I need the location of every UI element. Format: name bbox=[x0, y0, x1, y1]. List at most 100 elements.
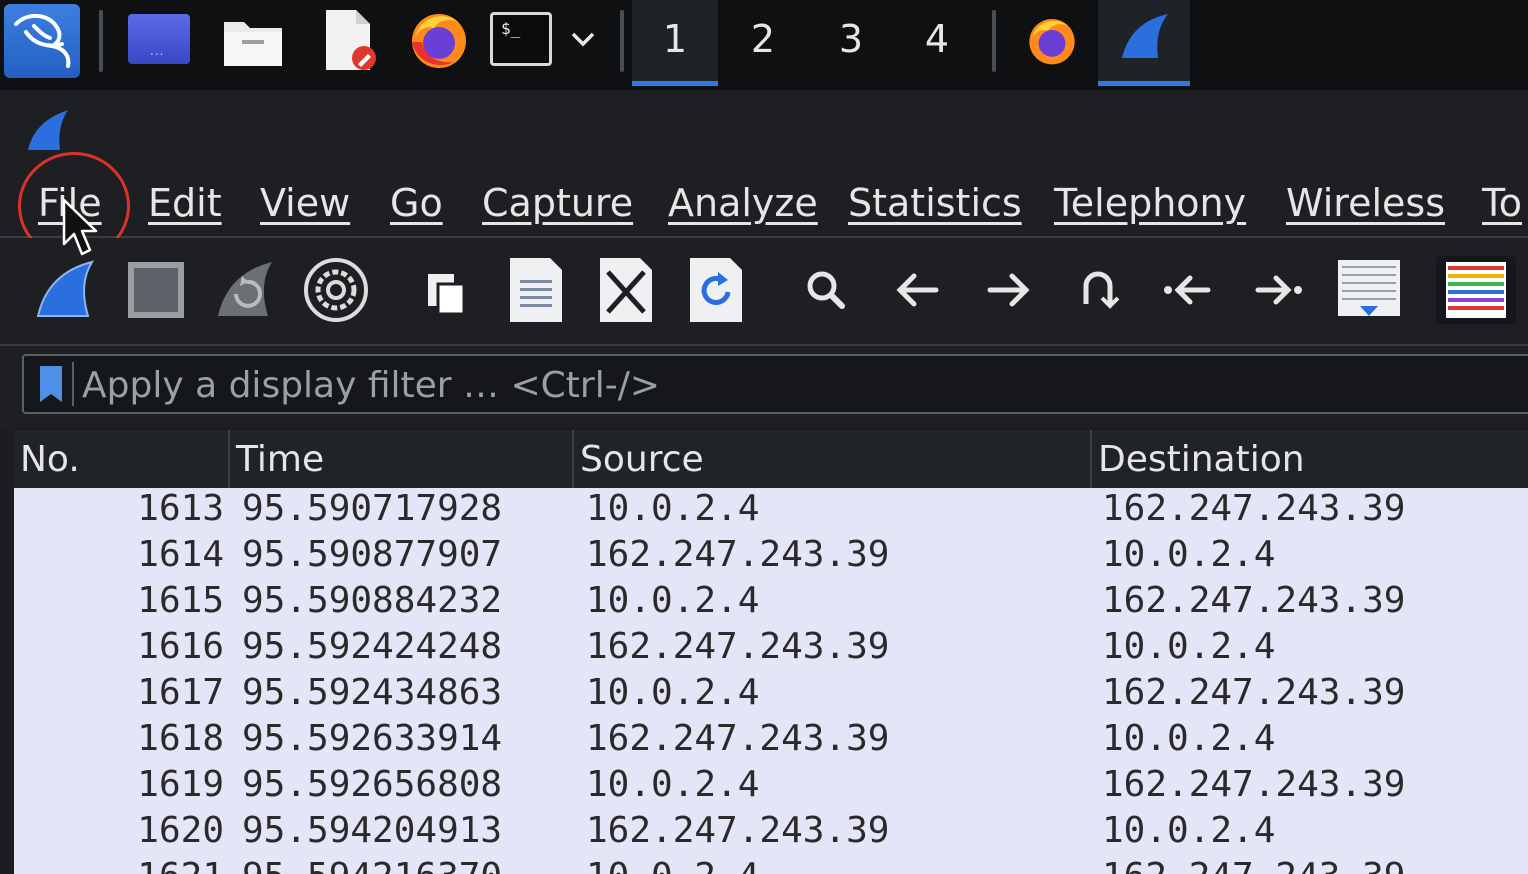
cell-destination: 162.247.243.39 bbox=[1102, 854, 1405, 874]
terminal-icon[interactable]: $_ bbox=[490, 12, 552, 66]
file-manager-icon[interactable] bbox=[222, 12, 284, 68]
table-row[interactable]: 1614 95.590877907 162.247.243.39 10.0.2.… bbox=[14, 532, 1528, 578]
bookmark-icon[interactable] bbox=[30, 362, 74, 406]
column-header-no[interactable]: No. bbox=[14, 430, 230, 488]
menu-go[interactable]: Go bbox=[390, 160, 443, 236]
main-toolbar bbox=[0, 238, 1528, 346]
cell-no: 1613 bbox=[137, 488, 224, 529]
table-row[interactable]: 1616 95.592424248 162.247.243.39 10.0.2.… bbox=[14, 624, 1528, 670]
open-file-icon[interactable] bbox=[414, 256, 482, 324]
save-file-icon[interactable] bbox=[502, 256, 570, 324]
desktop-dots: ... bbox=[150, 44, 165, 58]
table-row[interactable]: 1615 95.590884232 10.0.2.4 162.247.243.3… bbox=[14, 578, 1528, 624]
cell-source: 162.247.243.39 bbox=[586, 626, 890, 667]
cell-time: 95.592656808 bbox=[242, 764, 503, 805]
cell-destination: 162.247.243.39 bbox=[1102, 764, 1406, 805]
taskbar-separator bbox=[99, 10, 103, 72]
cell-time: 95.592434863 bbox=[242, 672, 503, 713]
workspace-2-button[interactable]: 2 bbox=[720, 0, 806, 86]
cell-source: 10.0.2.4 bbox=[586, 672, 760, 713]
cell-destination: 162.247.243.39 bbox=[1102, 488, 1406, 529]
terminal-prompt-glyph: $_ bbox=[501, 19, 521, 38]
table-row[interactable]: 1621 95.594216370 10.0.2.4 162.247.243.3… bbox=[14, 854, 1528, 874]
restart-capture-icon[interactable] bbox=[212, 256, 280, 324]
table-row[interactable]: 1620 95.594204913 162.247.243.39 10.0.2.… bbox=[14, 808, 1528, 854]
cell-source: 162.247.243.39 bbox=[586, 810, 890, 851]
wireshark-window-icon[interactable] bbox=[1098, 0, 1190, 86]
menu-bar: File Edit View Go Capture Analyze Statis… bbox=[0, 160, 1528, 238]
window-titlebar bbox=[0, 90, 1528, 160]
table-row[interactable]: 1617 95.592434863 10.0.2.4 162.247.243.3… bbox=[14, 670, 1528, 716]
cell-source: 10.0.2.4 bbox=[586, 580, 760, 621]
cell-source: 10.0.2.4 bbox=[586, 764, 760, 805]
cell-source: 162.247.243.39 bbox=[586, 534, 890, 575]
display-filter-bar bbox=[0, 346, 1528, 428]
cell-destination: 162.247.243.39 bbox=[1102, 672, 1406, 713]
cell-source: 162.247.243.39 bbox=[586, 718, 890, 759]
close-file-icon[interactable] bbox=[592, 256, 660, 324]
cell-destination: 10.0.2.4 bbox=[1102, 534, 1276, 575]
menu-statistics[interactable]: Statistics bbox=[848, 160, 1022, 236]
text-editor-icon[interactable] bbox=[322, 8, 378, 72]
chevron-down-icon[interactable] bbox=[568, 24, 598, 54]
table-row[interactable]: 1618 95.592633914 162.247.243.39 10.0.2.… bbox=[14, 716, 1528, 762]
column-header-time[interactable]: Time bbox=[230, 430, 574, 488]
cell-time: 95.594216370 bbox=[242, 854, 502, 874]
cell-destination: 162.247.243.39 bbox=[1102, 580, 1406, 621]
stop-square-icon[interactable] bbox=[122, 256, 190, 324]
cell-no: 1620 bbox=[137, 810, 224, 851]
show-desktop-icon[interactable]: ... bbox=[128, 14, 190, 64]
cell-time: 95.590884232 bbox=[242, 580, 503, 621]
capture-options-gear-icon[interactable] bbox=[302, 256, 370, 324]
cell-time: 95.592424248 bbox=[242, 626, 503, 667]
shark-fin-start-icon[interactable] bbox=[32, 256, 100, 324]
workspace-1-button[interactable]: 1 bbox=[632, 0, 718, 86]
go-back-icon[interactable] bbox=[884, 256, 952, 324]
search-icon[interactable] bbox=[794, 256, 862, 324]
cell-no: 1615 bbox=[137, 580, 224, 621]
go-to-packet-icon[interactable] bbox=[1064, 256, 1132, 324]
column-header-source[interactable]: Source bbox=[574, 430, 1092, 488]
cell-destination: 10.0.2.4 bbox=[1102, 718, 1276, 759]
colorize-icon[interactable] bbox=[1436, 256, 1516, 324]
reload-file-icon[interactable] bbox=[682, 256, 750, 324]
menu-capture[interactable]: Capture bbox=[482, 160, 633, 236]
taskbar-separator bbox=[992, 10, 996, 72]
menu-analyze[interactable]: Analyze bbox=[668, 160, 818, 236]
kali-menu-icon[interactable] bbox=[4, 4, 80, 78]
cell-destination: 10.0.2.4 bbox=[1102, 626, 1276, 667]
cell-no: 1614 bbox=[137, 534, 224, 575]
cell-time: 95.592633914 bbox=[242, 718, 503, 759]
last-packet-icon[interactable] bbox=[1244, 256, 1312, 324]
column-header-destination[interactable]: Destination bbox=[1092, 430, 1528, 488]
firefox-icon[interactable] bbox=[408, 8, 470, 70]
table-row[interactable]: 1613 95.590717928 10.0.2.4 162.247.243.3… bbox=[14, 486, 1528, 532]
menu-tools[interactable]: To bbox=[1482, 160, 1522, 236]
cell-time: 95.594204913 bbox=[242, 810, 503, 851]
display-filter-input[interactable] bbox=[80, 360, 1184, 410]
menu-edit[interactable]: Edit bbox=[148, 160, 222, 236]
go-forward-icon[interactable] bbox=[974, 256, 1042, 324]
cell-source: 10.0.2.4 bbox=[586, 854, 759, 874]
taskbar: ... $_ 1 2 3 4 bbox=[0, 0, 1528, 90]
cell-time: 95.590717928 bbox=[242, 488, 503, 529]
menu-telephony[interactable]: Telephony bbox=[1054, 160, 1246, 236]
display-filter-box bbox=[22, 354, 1528, 414]
cell-no: 1617 bbox=[137, 672, 224, 713]
table-row[interactable]: 1619 95.592656808 10.0.2.4 162.247.243.3… bbox=[14, 762, 1528, 808]
first-packet-icon[interactable] bbox=[1154, 256, 1222, 324]
workspace-3-button[interactable]: 3 bbox=[808, 0, 894, 86]
mouse-cursor-icon bbox=[62, 198, 98, 256]
cell-no: 1616 bbox=[137, 626, 224, 667]
cell-no: 1619 bbox=[137, 764, 224, 805]
menu-view[interactable]: View bbox=[260, 160, 350, 236]
cell-time: 95.590877907 bbox=[242, 534, 503, 575]
cell-destination: 10.0.2.4 bbox=[1102, 810, 1276, 851]
wireshark-logo-icon bbox=[28, 110, 68, 150]
auto-scroll-icon[interactable] bbox=[1334, 256, 1404, 324]
workspace-4-button[interactable]: 4 bbox=[894, 0, 980, 86]
firefox-window-icon[interactable] bbox=[1026, 14, 1078, 66]
menu-wireless[interactable]: Wireless bbox=[1286, 160, 1445, 236]
cell-no: 1621 bbox=[14, 854, 224, 874]
packet-list-header: No. Time Source Destination bbox=[14, 430, 1528, 488]
